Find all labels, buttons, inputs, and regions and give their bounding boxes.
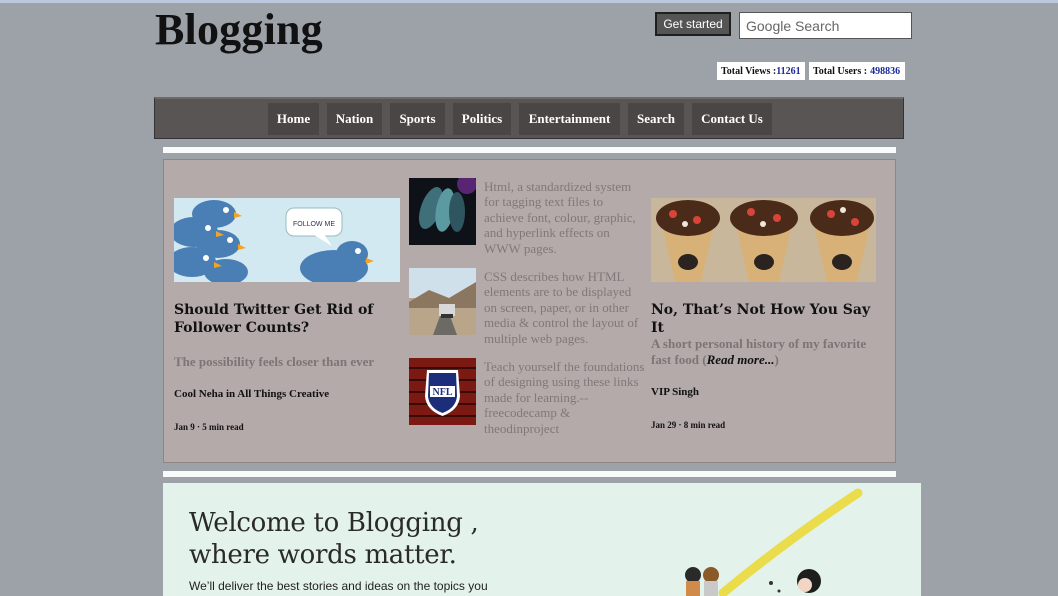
total-users-value: 498836 bbox=[870, 65, 901, 77]
nav-politics[interactable]: Politics bbox=[453, 103, 511, 135]
nav-contact-us[interactable]: Contact Us bbox=[692, 103, 772, 135]
nav-nation[interactable]: Nation bbox=[327, 103, 382, 135]
css-description: CSS describes how HTML elements are to b… bbox=[484, 269, 639, 346]
main-navbar: Home Nation Sports Politics Entertainmen… bbox=[154, 97, 904, 139]
read-more-link[interactable]: Read more... bbox=[707, 352, 775, 367]
article-title-twitter[interactable]: Should Twitter Get Rid of Follower Count… bbox=[174, 301, 400, 337]
article-title-pronunciation[interactable]: No, That’s Not How You Say It bbox=[651, 301, 881, 337]
total-views-badge: Total Views : 11261 bbox=[717, 62, 805, 80]
article-date-twitter: Jan 9 · 5 min read bbox=[174, 422, 244, 432]
svg-text:NFL: NFL bbox=[433, 387, 453, 398]
hero-title-line2: where words matter. bbox=[189, 540, 457, 570]
total-users-badge: Total Users : 498836 bbox=[809, 62, 905, 80]
article-subtitle-pronunciation: A short personal history of my favorite … bbox=[651, 336, 879, 368]
html-description: Html, a standardized system for tagging … bbox=[484, 179, 636, 256]
waffle-cones-image[interactable] bbox=[651, 198, 876, 282]
site-logo[interactable]: Blogging bbox=[155, 4, 323, 55]
nav-search[interactable]: Search bbox=[628, 103, 684, 135]
browser-top-line bbox=[0, 0, 1058, 3]
article-author-pronunciation[interactable]: VIP Singh bbox=[651, 386, 699, 398]
nav-sports[interactable]: Sports bbox=[390, 103, 445, 135]
total-views-label: Total Views : bbox=[721, 65, 777, 77]
css-thumbnail-image[interactable] bbox=[409, 268, 476, 335]
nav-entertainment[interactable]: Entertainment bbox=[519, 103, 620, 135]
nfl-thumbnail-image[interactable]: NFL bbox=[409, 358, 476, 425]
article-date-pronunciation: Jan 29 · 8 min read bbox=[651, 420, 726, 430]
hero-illustration bbox=[685, 488, 863, 596]
total-users-label: Total Users : bbox=[813, 65, 868, 77]
welcome-hero-banner: Welcome to Blogging , where words matter… bbox=[163, 483, 921, 596]
nav-home[interactable]: Home bbox=[268, 103, 319, 135]
total-views-value: 11261 bbox=[776, 65, 801, 77]
twitter-birds-image[interactable]: FOLLOW ME bbox=[174, 198, 400, 282]
search-input[interactable] bbox=[739, 12, 912, 39]
hero-title-line1: Welcome to Blogging , bbox=[189, 508, 479, 538]
article-subtitle-twitter: The possibility feels closer than ever bbox=[174, 354, 375, 369]
hero-title: Welcome to Blogging , where words matter… bbox=[189, 507, 479, 571]
learning-description: Teach yourself the foundations of design… bbox=[484, 359, 645, 436]
divider-top bbox=[163, 147, 896, 153]
follow-me-bubble-text: FOLLOW ME bbox=[293, 221, 335, 228]
article-subtitle-end: ) bbox=[774, 352, 779, 367]
get-started-button[interactable]: Get started bbox=[655, 12, 731, 36]
divider-bottom bbox=[163, 471, 896, 477]
article-author-twitter[interactable]: Cool Neha in All Things Creative bbox=[174, 388, 329, 400]
html-thumbnail-image[interactable] bbox=[409, 178, 476, 245]
hero-subtitle: We’ll deliver the best stories and ideas… bbox=[189, 579, 488, 593]
